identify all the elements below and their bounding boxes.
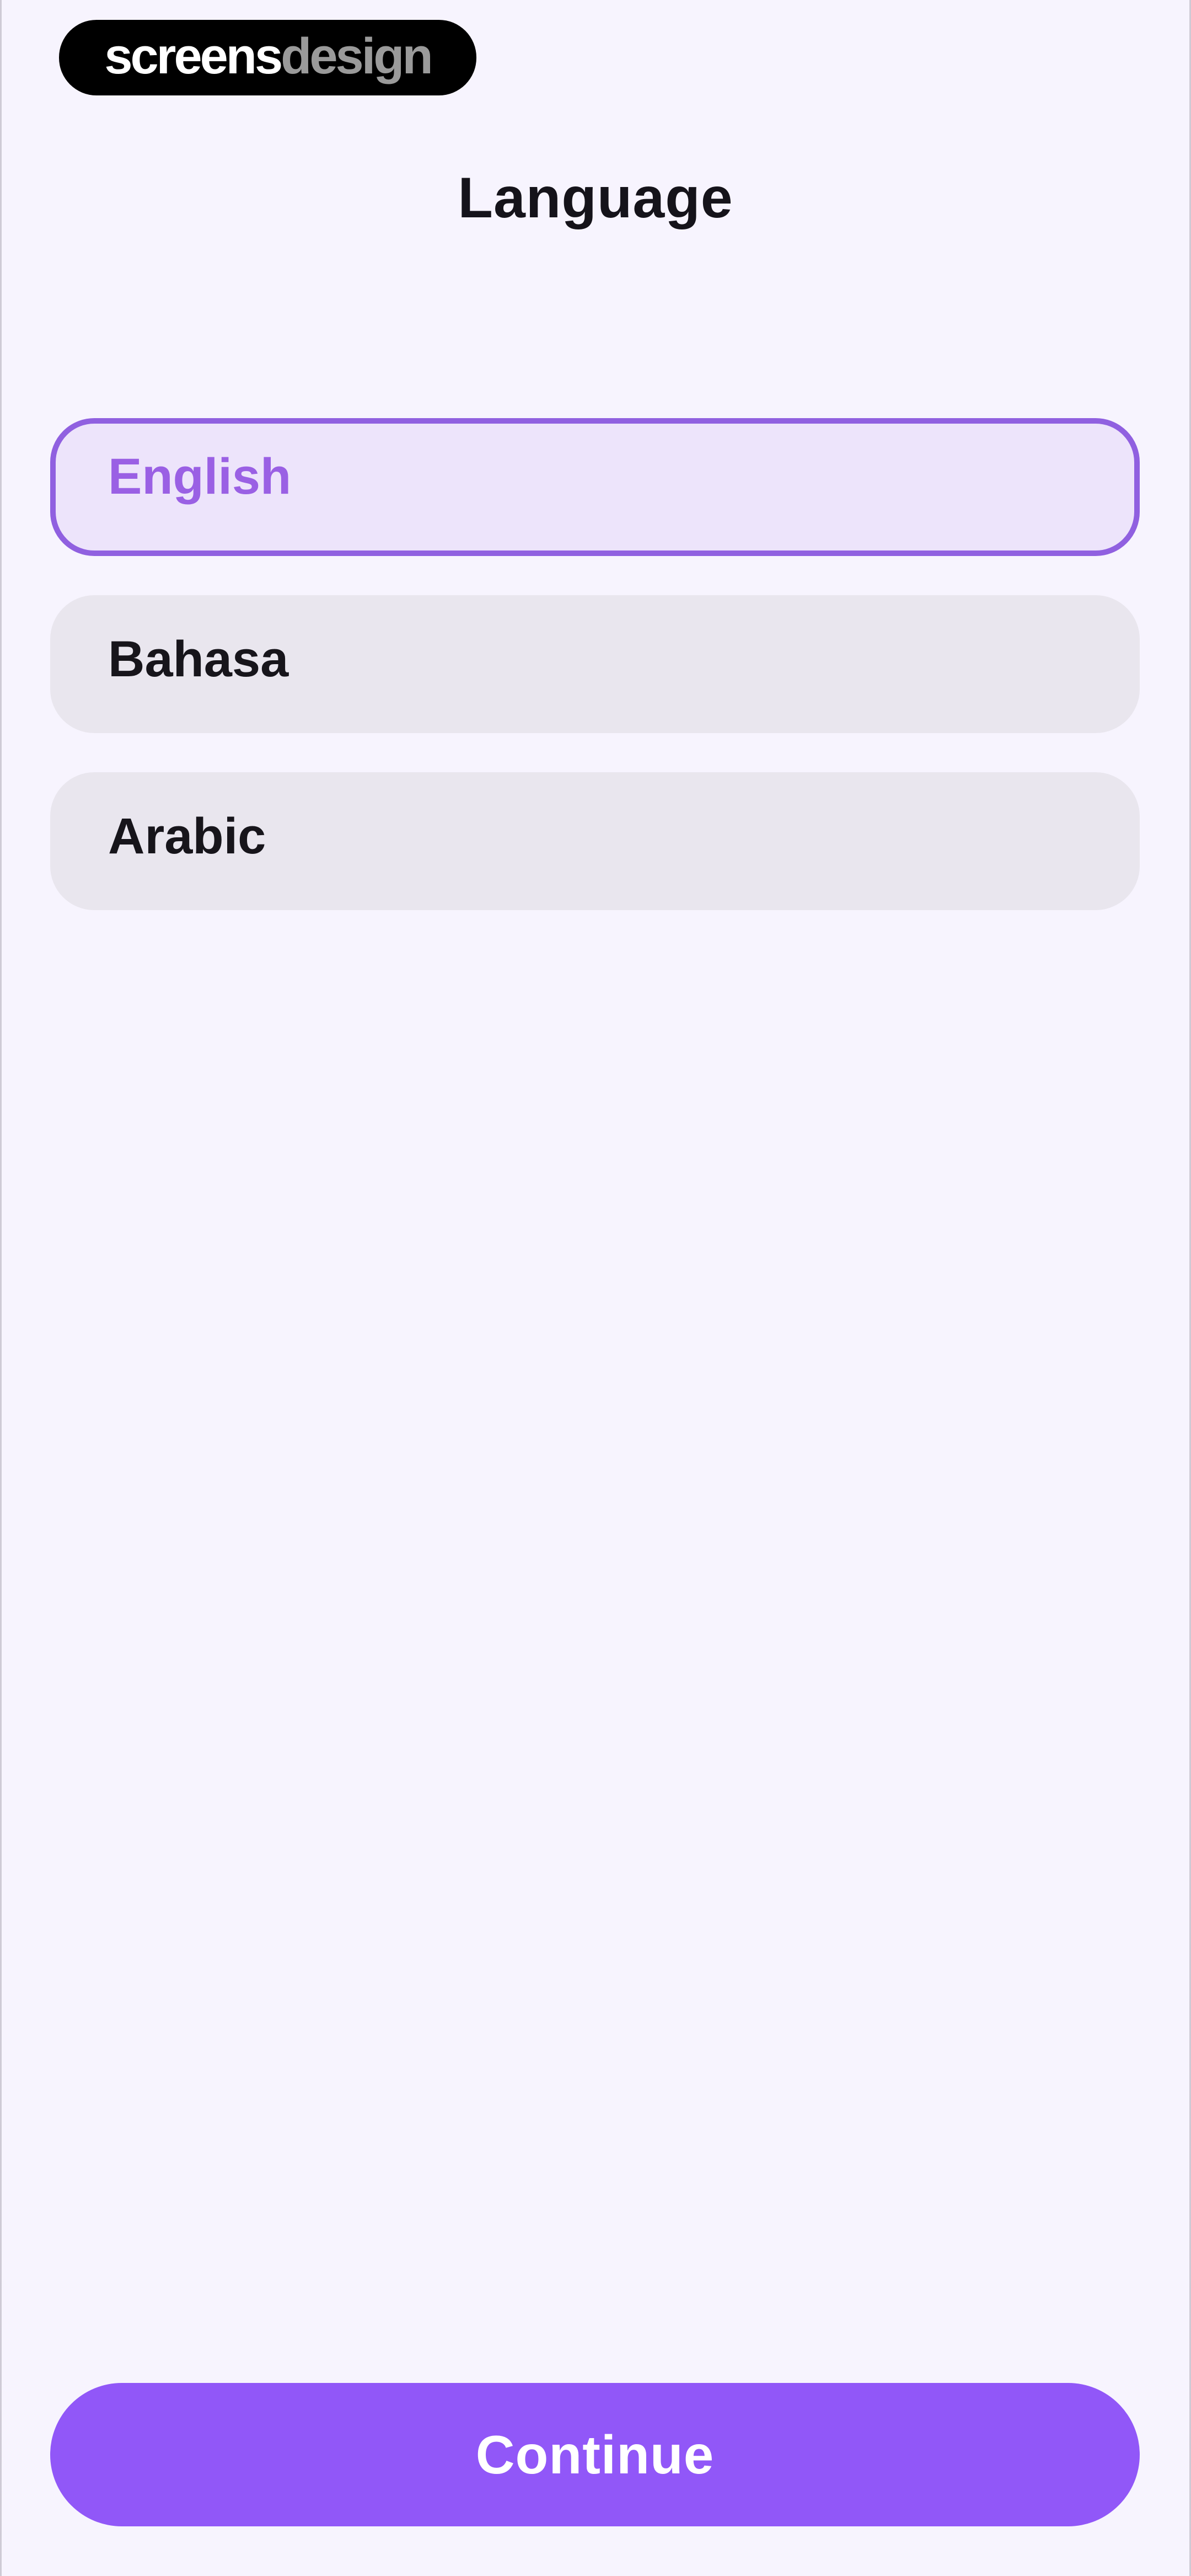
language-option-bahasa[interactable]: Bahasa	[50, 595, 1140, 733]
language-option-label: Arabic	[108, 808, 266, 864]
screensdesign-logo: screens design	[59, 20, 476, 95]
language-option-english[interactable]: English	[50, 418, 1140, 556]
logo-text-primary: screens	[104, 28, 283, 84]
language-list: English Bahasa Arabic	[50, 418, 1140, 949]
page-title: Language	[458, 166, 733, 230]
language-option-label: Bahasa	[108, 630, 289, 687]
language-option-arabic[interactable]: Arabic	[50, 772, 1140, 910]
language-option-label: English	[108, 448, 292, 505]
continue-button[interactable]: Continue	[50, 2383, 1140, 2526]
logo-text-secondary: design	[281, 28, 433, 84]
screen-frame	[0, 0, 1191, 2576]
